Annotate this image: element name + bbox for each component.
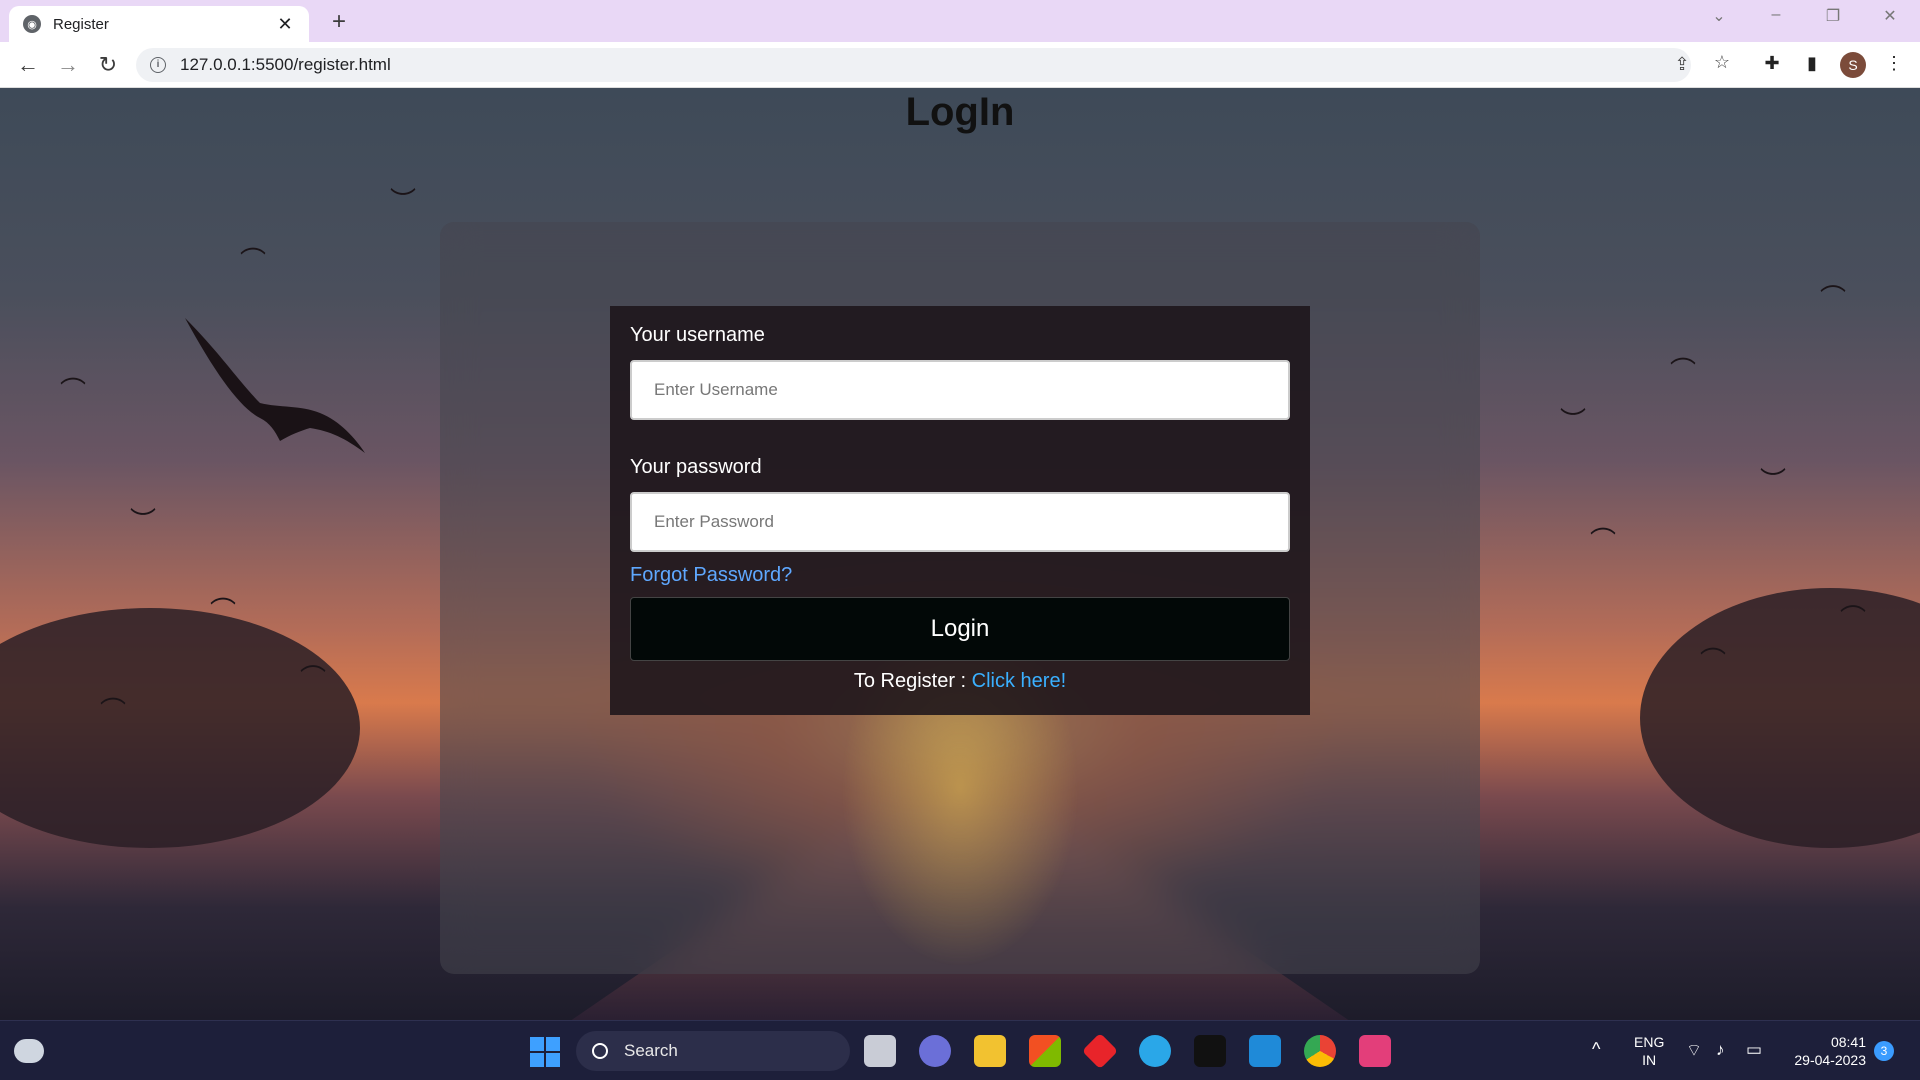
task-view-icon[interactable]	[864, 1035, 896, 1067]
register-link[interactable]: Click here!	[972, 670, 1066, 692]
register-prefix: To Register :	[853, 670, 972, 692]
bird-icon: ⌒	[60, 376, 87, 406]
chevron-up-icon[interactable]: ^	[1592, 1039, 1600, 1060]
minimize-icon[interactable]: –	[1764, 6, 1788, 24]
share-icon[interactable]: ⇪	[1670, 54, 1694, 75]
large-bird-silhouette	[185, 318, 365, 453]
bird-icon: ︵	[1840, 586, 1867, 616]
bird-icon: ⌒	[1670, 356, 1697, 386]
arc-icon[interactable]	[1194, 1035, 1226, 1067]
windows-start-icon[interactable]	[530, 1037, 560, 1067]
window-close-icon[interactable]: ✕	[1878, 6, 1902, 26]
store-icon[interactable]	[1029, 1035, 1061, 1067]
close-icon[interactable]: ✕	[275, 14, 295, 35]
weather-icon[interactable]	[14, 1039, 44, 1063]
battery-icon[interactable]: ▭	[1746, 1040, 1762, 1060]
snipping-tool-icon[interactable]	[1359, 1035, 1391, 1067]
wifi-icon[interactable]: ⌔	[1686, 1040, 1702, 1061]
bird-icon: ⌒	[1590, 526, 1617, 556]
bird-icon: ︵	[300, 646, 327, 676]
bird-icon: ⌒	[100, 696, 127, 726]
language-indicator[interactable]: ENG IN	[1634, 1033, 1664, 1069]
chrome-icon[interactable]	[1304, 1035, 1336, 1067]
bird-icon: ︶	[1560, 406, 1587, 436]
vscode-icon[interactable]	[1249, 1035, 1281, 1067]
info-icon[interactable]: i	[150, 57, 166, 73]
volume-icon[interactable]: ♪	[1716, 1040, 1725, 1060]
file-explorer-icon[interactable]	[974, 1035, 1006, 1067]
bird-icon: ⌒	[210, 596, 237, 626]
forgot-password-link[interactable]: Forgot Password?	[630, 564, 1290, 587]
back-icon[interactable]: ←	[14, 51, 42, 79]
help-icon[interactable]	[1139, 1035, 1171, 1067]
lang-code: ENG	[1634, 1034, 1665, 1050]
notification-badge[interactable]: 3	[1874, 1041, 1894, 1061]
restore-icon[interactable]: ❐	[1821, 6, 1845, 26]
bird-icon: ︶	[1760, 466, 1787, 496]
bird-icon: ⌒	[240, 246, 267, 276]
taskbar: Search ^ ENG IN ⌔ ♪ ▭ 08:41 29-04-2023 3	[0, 1020, 1920, 1080]
password-field[interactable]	[630, 492, 1290, 552]
page-title: LogIn	[905, 90, 1015, 134]
clock[interactable]: 08:41 29-04-2023	[1780, 1033, 1866, 1069]
avatar[interactable]: S	[1840, 52, 1866, 78]
login-button[interactable]: Login	[630, 597, 1290, 661]
star-icon[interactable]: ☆	[1710, 52, 1734, 73]
menu-icon[interactable]: ⋮	[1882, 53, 1906, 74]
tab-title: Register	[53, 15, 109, 33]
bird-icon: ︵	[1820, 266, 1847, 296]
register-line: To Register : Click here!	[630, 670, 1290, 693]
browser-tab[interactable]: ◉ Register ✕	[9, 6, 309, 42]
taskbar-search[interactable]: Search	[576, 1031, 850, 1071]
address-bar[interactable]: i 127.0.0.1:5500/register.html	[136, 48, 1691, 82]
globe-icon: ◉	[23, 15, 41, 33]
lang-region: IN	[1642, 1052, 1657, 1068]
extensions-icon[interactable]: ✚	[1760, 53, 1784, 74]
url-text: 127.0.0.1:5500/register.html	[180, 55, 391, 74]
bird-icon: ⌒	[1700, 646, 1727, 676]
clock-date: 29-04-2023	[1794, 1052, 1866, 1068]
username-field[interactable]	[630, 360, 1290, 420]
reload-icon[interactable]: ↻	[94, 51, 122, 79]
tree-silhouette-right	[1640, 588, 1920, 848]
tab-search-icon[interactable]: ⌄	[1707, 6, 1731, 26]
teams-icon[interactable]	[919, 1035, 951, 1067]
username-label: Your username	[630, 324, 765, 346]
search-icon	[592, 1043, 608, 1059]
diamond-app-icon[interactable]	[1081, 1032, 1119, 1070]
sidepanel-icon[interactable]: ▮	[1800, 53, 1824, 74]
forward-icon[interactable]: →	[54, 51, 82, 79]
bird-icon: ︶	[130, 506, 157, 536]
bird-icon: ︶	[390, 186, 417, 216]
clock-time: 08:41	[1830, 1034, 1866, 1050]
tree-silhouette-left	[0, 608, 360, 848]
new-tab-button[interactable]: +	[326, 8, 352, 36]
password-label: Your password	[630, 456, 762, 478]
browser-toolbar: ← → ↻ i 127.0.0.1:5500/register.html ⇪ ☆…	[0, 42, 1920, 88]
browser-tab-strip: ◉ Register ✕ + ⌄ – ❐ ✕	[0, 0, 1920, 42]
search-label: Search	[624, 1041, 678, 1060]
login-form: Your username Your password Forgot Passw…	[610, 306, 1310, 715]
